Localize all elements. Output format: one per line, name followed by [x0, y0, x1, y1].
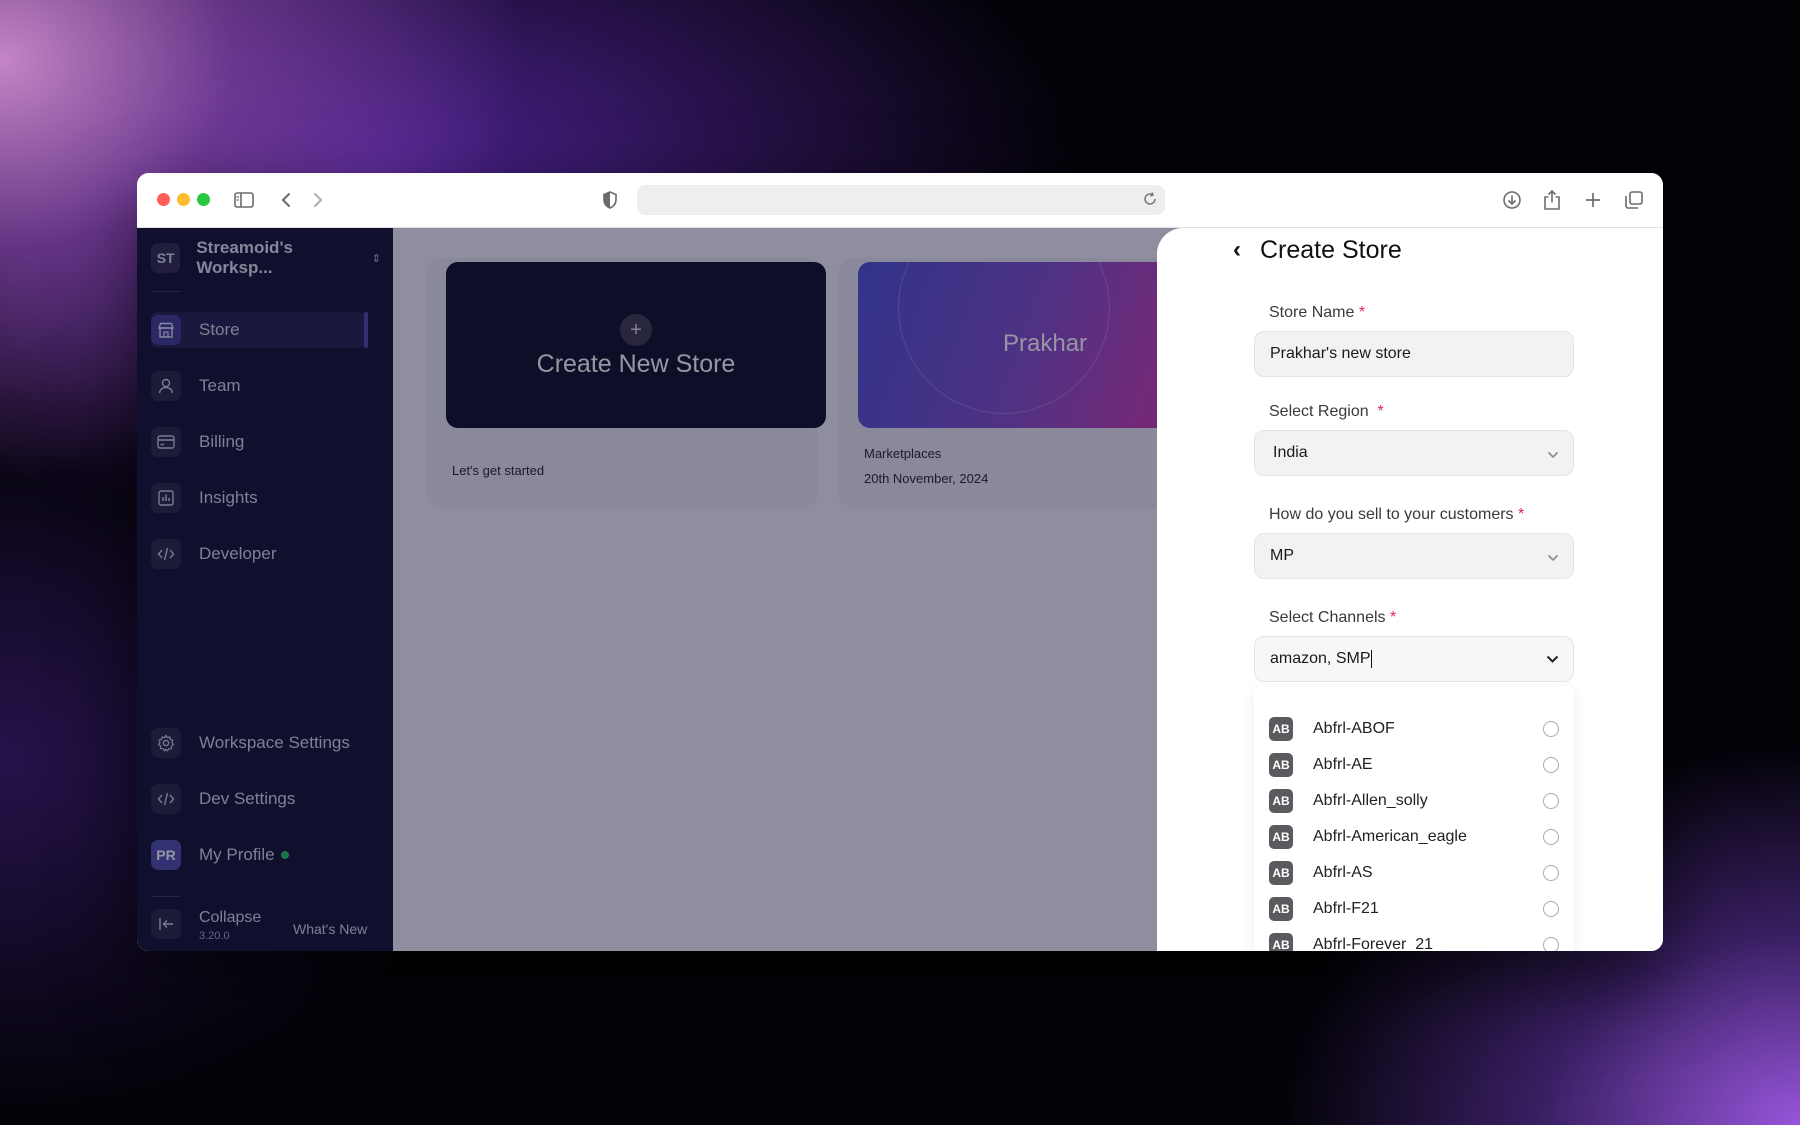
region-value: India: [1273, 444, 1308, 461]
minimize-window-button[interactable]: [177, 193, 190, 206]
channel-checkbox[interactable]: [1543, 865, 1559, 881]
channel-badge: AB: [1269, 717, 1293, 741]
channel-badge: AB: [1269, 861, 1293, 885]
chevron-down-icon: [1547, 549, 1559, 567]
channel-badge: AB: [1269, 753, 1293, 777]
channel-checkbox[interactable]: [1543, 829, 1559, 845]
channel-label: Abfrl-American_eagle: [1313, 828, 1467, 845]
panel-title: Create Store: [1260, 236, 1402, 264]
channel-badge: AB: [1269, 897, 1293, 921]
label-text: How do you sell to your customers: [1269, 506, 1514, 523]
channel-badge: AB: [1269, 825, 1293, 849]
channel-option[interactable]: AB Abfrl-American_eagle: [1269, 822, 1559, 852]
share-icon[interactable]: [1539, 187, 1565, 213]
sell-value: MP: [1270, 547, 1294, 564]
sell-label: How do you sell to your customers *: [1269, 506, 1524, 524]
tab-overview-icon[interactable]: [1621, 187, 1647, 213]
app-content: ST Streamoid's Worksp... ⇕ Store Team Bi…: [137, 228, 1663, 951]
channels-multiselect[interactable]: amazon, SMP: [1254, 636, 1574, 682]
label-text: Store Name: [1269, 304, 1355, 321]
forward-arrow-icon[interactable]: [305, 187, 331, 213]
channels-value: amazon, SMP: [1270, 650, 1371, 667]
channel-badge: AB: [1269, 789, 1293, 813]
download-icon[interactable]: [1499, 187, 1525, 213]
channel-label: Abfrl-AS: [1313, 864, 1373, 881]
channel-checkbox[interactable]: [1543, 937, 1559, 951]
reload-icon[interactable]: [1143, 192, 1157, 211]
text-cursor: [1371, 650, 1373, 668]
channel-checkbox[interactable]: [1543, 757, 1559, 773]
chevron-down-icon: [1547, 446, 1559, 464]
new-tab-icon[interactable]: [1580, 187, 1606, 213]
channel-option[interactable]: AB Abfrl-ABOF: [1269, 714, 1559, 744]
label-text: Select Channels: [1269, 609, 1386, 626]
channel-checkbox[interactable]: [1543, 793, 1559, 809]
channel-badge: AB: [1269, 933, 1293, 951]
channel-label: Abfrl-ABOF: [1313, 720, 1395, 737]
channel-checkbox[interactable]: [1543, 721, 1559, 737]
channels-label: Select Channels *: [1269, 609, 1396, 627]
channel-option[interactable]: AB Abfrl-AS: [1269, 858, 1559, 888]
channel-label: Abfrl-F21: [1313, 900, 1379, 917]
channel-option[interactable]: AB Abfrl-Allen_solly: [1269, 786, 1559, 816]
store-name-label: Store Name *: [1269, 304, 1365, 322]
required-mark: *: [1389, 609, 1397, 626]
channel-option[interactable]: AB Abfrl-AE: [1269, 750, 1559, 780]
browser-toolbar: [137, 173, 1663, 228]
required-mark: *: [1358, 304, 1366, 321]
channel-option[interactable]: AB Abfrl-F21: [1269, 894, 1559, 924]
channel-label: Abfrl-Forever_21: [1313, 936, 1434, 951]
back-arrow-icon[interactable]: [273, 187, 299, 213]
region-select[interactable]: India: [1254, 430, 1574, 476]
address-bar[interactable]: [637, 185, 1165, 215]
sell-method-select[interactable]: MP: [1254, 533, 1574, 579]
sidebar-toggle-icon[interactable]: [231, 187, 257, 213]
create-store-panel: ‹ Create Store Store Name * Prakhar's ne…: [1157, 228, 1663, 951]
browser-window: ST Streamoid's Worksp... ⇕ Store Team Bi…: [137, 173, 1663, 951]
channel-checkbox[interactable]: [1543, 901, 1559, 917]
back-chevron-icon[interactable]: ‹: [1233, 236, 1241, 264]
required-mark: *: [1377, 403, 1384, 420]
channel-label: Abfrl-Allen_solly: [1313, 792, 1428, 809]
close-window-button[interactable]: [157, 193, 170, 206]
channel-label: Abfrl-AE: [1313, 756, 1373, 773]
maximize-window-button[interactable]: [197, 193, 210, 206]
chevron-down-icon: [1546, 651, 1559, 669]
channel-option[interactable]: AB Abfrl-Forever_21: [1269, 930, 1559, 951]
region-label: Select Region *: [1269, 403, 1384, 421]
store-name-input[interactable]: Prakhar's new store: [1254, 331, 1574, 377]
label-text: Select Region: [1269, 403, 1369, 420]
shield-icon[interactable]: [597, 187, 623, 213]
required-mark: *: [1518, 506, 1525, 523]
